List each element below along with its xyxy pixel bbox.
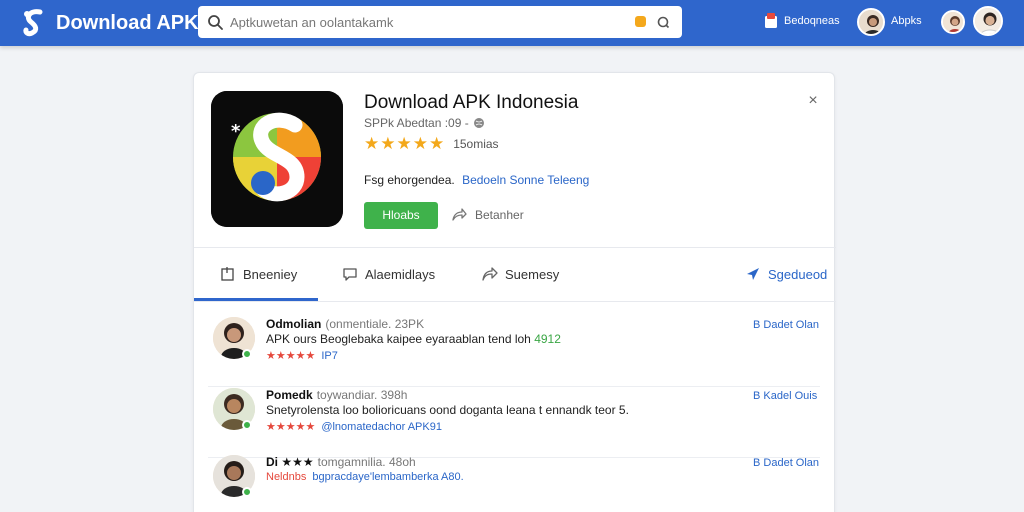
svg-text:*: *	[231, 121, 241, 142]
brand-logo-icon	[23, 9, 43, 37]
share-icon	[482, 267, 498, 281]
tab-send[interactable]: Sgedueod	[745, 248, 827, 300]
reviewer-header: Di ★★★ tomgamnilia. 48oh	[266, 455, 416, 469]
reviewer-header: Odmolian (onmentiale. 23PK	[266, 317, 424, 331]
online-status-dot	[242, 487, 252, 497]
review-rating-row: ★★★★★ @lnomatedachor APK91	[266, 420, 442, 433]
reviewer-name[interactable]: Odmolian	[266, 317, 321, 331]
online-status-dot	[242, 420, 252, 430]
doc-icon	[221, 267, 234, 281]
divider	[194, 301, 836, 302]
review-body: APK ours Beoglebaka kaipee eyaraablan te…	[266, 332, 531, 346]
tab-label: Alaemidlays	[365, 266, 436, 282]
brand-name: Download APK	[56, 11, 199, 34]
review-action-link[interactable]: B Kadel Ouis	[753, 390, 817, 402]
contact-avatar[interactable]	[941, 10, 965, 34]
app-logo-icon: *	[211, 91, 343, 227]
review-stars: ★★★★★	[266, 421, 316, 433]
install-button[interactable]: Hloabs	[364, 202, 438, 229]
app-detail-card: * Download APK Indonesia × SPPk Abedtan …	[193, 72, 836, 512]
review-tag[interactable]: @lnomatedachor APK91	[321, 421, 442, 433]
review-body: Snetyrolensta loo bolioricuans oond doga…	[266, 403, 629, 417]
search-input[interactable]	[230, 12, 610, 32]
tab-reviews[interactable]: Alaemidlays	[342, 248, 435, 300]
send-icon	[747, 268, 759, 280]
reviewer-name[interactable]: Pomedk	[266, 388, 313, 402]
review-highlight: 4912	[534, 332, 561, 346]
tab-bar: Bneeniey Alaemidlays Suemesy Sgedueod	[194, 248, 836, 301]
tab-overview[interactable]: Bneeniey	[220, 248, 297, 300]
search-badge-icon	[635, 16, 646, 27]
review-text: Snetyrolensta loo bolioricuans oond doga…	[266, 403, 629, 417]
review-action-link[interactable]: B Dadet Olan	[753, 319, 819, 331]
divider	[208, 386, 820, 387]
app-subtitle-text: SPPk Abedtan :09 -	[364, 116, 469, 130]
comment-icon	[343, 268, 357, 281]
app-subtitle: SPPk Abedtan :09 -	[364, 116, 485, 130]
app-icon: *	[211, 91, 343, 227]
review-meta: (onmentiale. 23PK	[325, 317, 425, 331]
app-title: Download APK Indonesia	[364, 92, 579, 113]
tab-label: Bneeniey	[243, 266, 298, 282]
search-bar[interactable]	[198, 6, 682, 38]
review-rating-row: ★★★★★ IP7	[266, 349, 338, 362]
review-stars: Neldnbs	[266, 471, 307, 483]
person-icon	[859, 10, 883, 34]
person-icon	[943, 12, 963, 32]
tab-share[interactable]: Suemesy	[482, 248, 559, 300]
rating-count: 15omias	[453, 137, 499, 151]
reviewer-name[interactable]: Di ★★★	[266, 455, 314, 469]
rating-stars: ★★★★★	[364, 134, 446, 153]
review-tag[interactable]: bgpracdaye'lembamberka A80.	[312, 471, 463, 483]
share-button[interactable]: Betanher	[452, 208, 524, 222]
share-label: Betanher	[475, 208, 524, 222]
review-tag[interactable]: IP7	[321, 350, 338, 362]
review-action-link[interactable]: B Dadet Olan	[753, 457, 819, 469]
profile-avatar[interactable]	[973, 6, 1003, 36]
app-description: Fsg ehorgendea. Bedoeln Sonne Teleeng	[364, 173, 589, 187]
brand[interactable]: Download APK	[20, 6, 199, 40]
review-item: Di ★★★ tomgamnilia. 48oh Neldnbs bgpracday…	[194, 455, 836, 512]
review-item: Pomedk toywandiar. 398h Snetyrolensta loo…	[194, 388, 836, 458]
description-text: Fsg ehorgendea.	[364, 173, 455, 187]
review-meta: tomgamnilia. 48oh	[317, 455, 416, 469]
app-rating: ★★★★★ 15omias	[364, 134, 499, 154]
review-stars: ★★★★★	[266, 350, 316, 362]
reviewer-header: Pomedk toywandiar. 398h	[266, 388, 407, 402]
share-icon	[452, 208, 467, 221]
review-item: Odmolian (onmentiale. 23PK APK ours Beogl…	[194, 317, 836, 387]
user-avatar[interactable]	[857, 8, 885, 36]
search-settings-icon[interactable]	[655, 14, 671, 30]
notification-icon[interactable]	[764, 13, 778, 29]
tab-label: Suemesy	[505, 266, 560, 282]
person-icon	[975, 8, 1001, 34]
description-link[interactable]: Bedoeln Sonne Teleeng	[462, 173, 589, 187]
tab-label: Sgedueod	[768, 266, 828, 282]
user-name-label[interactable]: Abpks	[891, 15, 922, 27]
review-text: APK ours Beoglebaka kaipee eyaraablan te…	[266, 332, 561, 346]
globe-icon	[473, 118, 484, 128]
top-bar: Download APK Bedoqneas Abpks	[0, 0, 1024, 46]
search-icon	[208, 15, 223, 30]
review-rating-row: Neldnbs bgpracdaye'lembamberka A80.	[266, 471, 464, 483]
close-button[interactable]: ×	[805, 93, 821, 109]
notifications-label[interactable]: Bedoqneas	[784, 15, 840, 27]
online-status-dot	[242, 349, 252, 359]
review-meta: toywandiar. 398h	[316, 388, 408, 402]
